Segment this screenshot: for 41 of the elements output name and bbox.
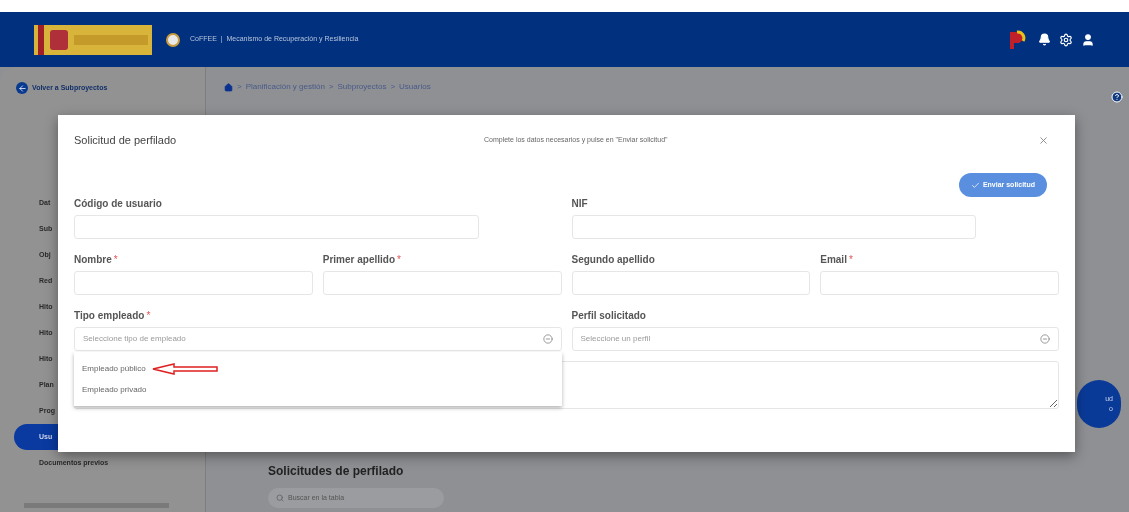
home-icon[interactable] <box>224 82 233 92</box>
required-asterisk: * <box>113 252 118 267</box>
section-title: Solicitudes de perfilado <box>268 463 405 480</box>
breadcrumb-separator: > <box>390 81 396 93</box>
dropdown-option[interactable]: Empleado privado <box>82 383 147 396</box>
check-icon <box>970 180 980 190</box>
breadcrumb-separator: > <box>237 81 242 93</box>
select-placeholder: Seleccione tipo de empleado <box>83 333 186 345</box>
close-icon[interactable] <box>1038 134 1049 146</box>
select-field[interactable]: Seleccione un perfil <box>571 327 1059 351</box>
user-icon[interactable] <box>1081 32 1095 47</box>
field-label: Código de usuario <box>74 196 162 211</box>
text-field[interactable] <box>820 271 1059 295</box>
text-field[interactable] <box>74 271 313 295</box>
coffee-logo-icon <box>166 32 180 47</box>
field-label: Email <box>820 252 847 267</box>
required-asterisk: * <box>848 252 853 267</box>
circle-minus-icon <box>542 334 553 344</box>
field-label: Segundo apellido <box>571 252 655 267</box>
text-field[interactable] <box>74 215 479 239</box>
text-field[interactable] <box>571 271 811 295</box>
field-label: Tipo empleado <box>74 308 145 323</box>
arrow-annotation-icon <box>151 362 218 375</box>
required-asterisk: * <box>146 308 151 323</box>
select-field[interactable]: Seleccione tipo de empleado <box>74 327 562 351</box>
help-icon[interactable] <box>1111 91 1123 103</box>
settings-icon[interactable] <box>1059 32 1073 47</box>
required-asterisk: * <box>397 252 401 267</box>
breadcrumb-separator: > <box>328 81 334 93</box>
dropdown-option[interactable]: Empleado público <box>82 362 146 375</box>
circle-minus-icon <box>1040 334 1050 344</box>
text-field[interactable] <box>322 271 562 295</box>
field-label: Primer apellido <box>322 252 395 267</box>
search-icon <box>276 494 284 502</box>
modal-title: Solicitud de perfilado <box>74 132 178 148</box>
field-label: Perfil solicitado <box>571 308 646 323</box>
field-label: Nombre <box>74 252 112 267</box>
bell-icon[interactable] <box>1038 33 1051 46</box>
select-placeholder: Seleccione un perfil <box>580 333 651 345</box>
text-field[interactable] <box>571 215 977 239</box>
field-label: NIF <box>571 196 588 211</box>
